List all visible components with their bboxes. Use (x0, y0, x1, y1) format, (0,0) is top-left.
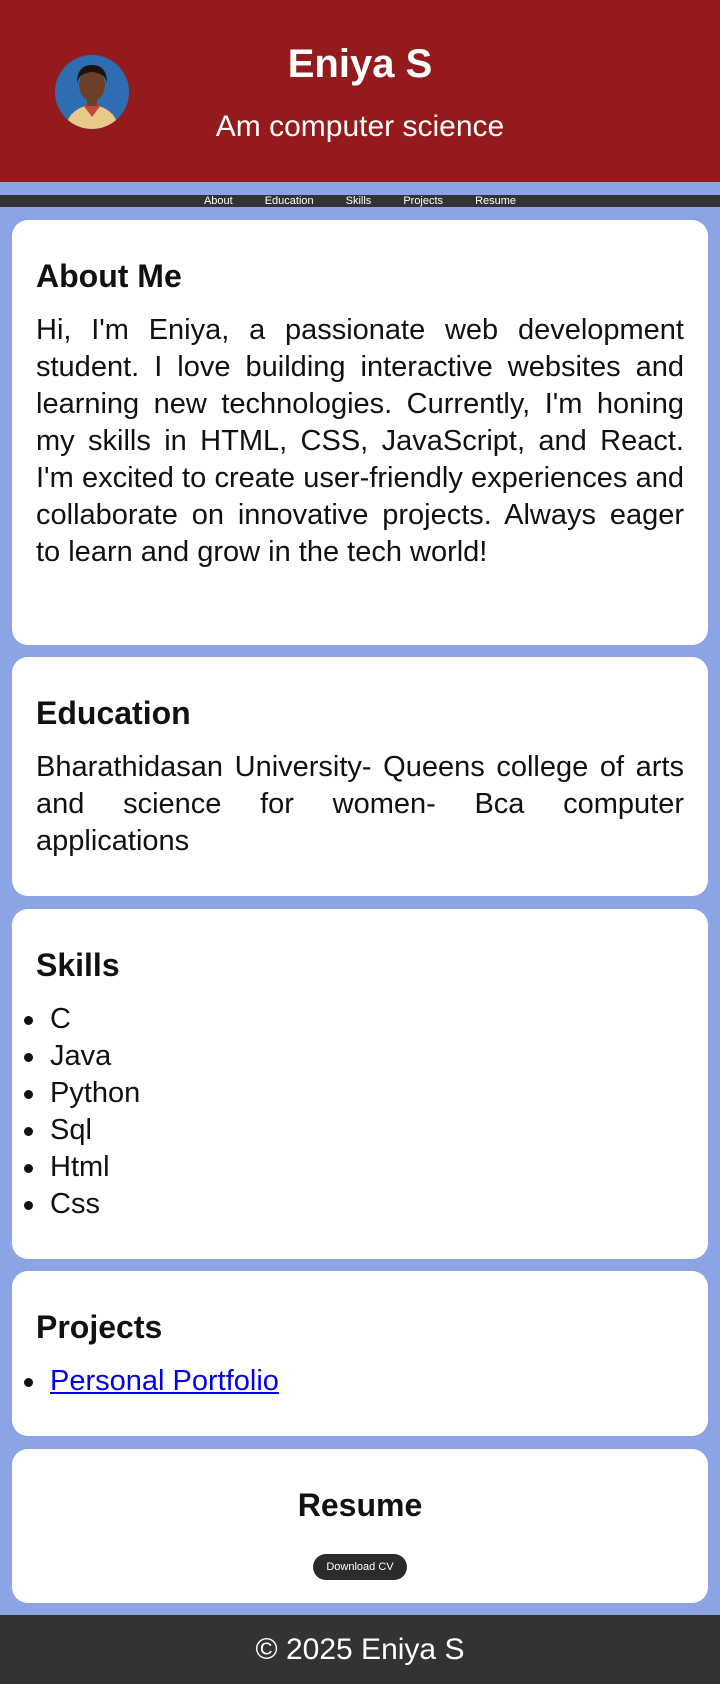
project-item: Personal Portfolio (22, 1363, 684, 1400)
nav-link-skills[interactable]: Skills (346, 195, 372, 207)
about-section: About Me Hi, I'm Eniya, a passionate web… (12, 220, 708, 645)
nav-link-resume[interactable]: Resume (475, 195, 516, 207)
education-section: Education Bharathidasan University- Quee… (12, 657, 708, 896)
skill-item: Python (22, 1075, 684, 1112)
about-title: About Me (36, 258, 182, 294)
nav-link-education[interactable]: Education (265, 195, 314, 207)
resume-section: Resume Download CV (12, 1449, 708, 1603)
projects-list: Personal Portfolio (22, 1363, 684, 1400)
site-footer: © 2025 Eniya S (0, 1615, 720, 1684)
about-text: Hi, I'm Eniya, a passionate web developm… (36, 314, 684, 568)
skill-item: Css (22, 1186, 684, 1223)
header-name: Eniya S (287, 42, 433, 86)
education-text: Bharathidasan University- Queens college… (36, 751, 684, 857)
skills-section: Skills C Java Python Sql Html Css (12, 909, 708, 1259)
download-cv-button[interactable]: Download CV (313, 1554, 407, 1580)
skill-item: Java (22, 1038, 684, 1075)
project-link-personal-portfolio[interactable]: Personal Portfolio (50, 1365, 279, 1397)
site-header: Eniya S Am computer science (0, 0, 720, 182)
skill-item: C (22, 1001, 684, 1038)
top-nav: About Education Skills Projects Resume (0, 195, 720, 207)
projects-section: Projects Personal Portfolio (12, 1271, 708, 1436)
skills-list: C Java Python Sql Html Css (22, 1001, 684, 1223)
nav-link-about[interactable]: About (204, 195, 233, 207)
projects-title: Projects (36, 1309, 163, 1345)
resume-title: Resume (297, 1487, 423, 1523)
education-title: Education (36, 695, 191, 731)
header-tagline: Am computer science (215, 110, 505, 143)
skill-item: Html (22, 1149, 684, 1186)
skills-title: Skills (36, 947, 120, 983)
skill-item: Sql (22, 1112, 684, 1149)
nav-link-projects[interactable]: Projects (403, 195, 443, 207)
